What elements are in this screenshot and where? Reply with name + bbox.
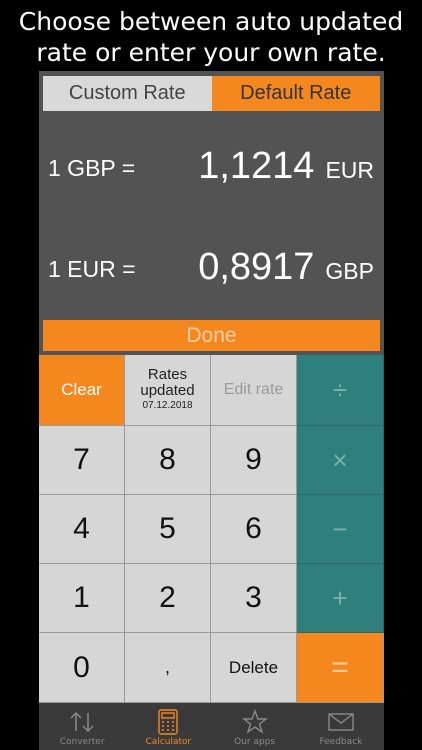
digit-3-button[interactable]: 3	[211, 564, 297, 633]
tab-our-apps-label: Our apps	[234, 737, 276, 747]
rate-currency-eur: EUR	[325, 157, 374, 183]
rate-row-eur: 1 EUR = 0,8917 GBP	[48, 246, 374, 290]
digit-1-button[interactable]: 1	[39, 564, 125, 633]
default-rate-tab[interactable]: Default Rate	[211, 76, 380, 111]
rate-currency-gbp: GBP	[325, 258, 374, 284]
rate-label-eur: 1 EUR =	[48, 256, 136, 282]
plus-button[interactable]: +	[297, 564, 384, 633]
digit-0-button[interactable]: 0	[39, 633, 125, 703]
custom-rate-tab[interactable]: Custom Rate	[43, 76, 212, 111]
star-icon	[241, 707, 268, 737]
converter-arrows-icon	[67, 707, 97, 737]
digit-9-button[interactable]: 9	[211, 426, 297, 495]
digit-6-button[interactable]: 6	[211, 495, 297, 564]
calculator-icon	[157, 707, 179, 737]
comma-button[interactable]: ,	[125, 633, 211, 703]
digit-5-button[interactable]: 5	[125, 495, 211, 564]
tab-our-apps[interactable]: Our apps	[212, 703, 298, 750]
rate-row-gbp: 1 GBP = 1,1214 EUR	[48, 145, 374, 189]
rates-updated-button[interactable]: Rates updated 07.12.2018	[125, 355, 211, 426]
envelope-icon	[327, 707, 355, 737]
rate-number-gbp: 1,1214	[198, 145, 315, 187]
divide-button[interactable]: ÷	[297, 355, 384, 426]
tab-feedback[interactable]: Feedback	[298, 703, 384, 750]
clear-button[interactable]: Clear	[39, 355, 125, 426]
calculator-keypad: Clear Rates updated 07.12.2018 Edit rate…	[39, 355, 384, 703]
digit-4-button[interactable]: 4	[39, 495, 125, 564]
tab-bar: Converter Calculator Our apps Feedback	[39, 703, 384, 750]
digit-7-button[interactable]: 7	[39, 426, 125, 495]
rate-label-gbp: 1 GBP =	[48, 155, 136, 181]
digit-2-button[interactable]: 2	[125, 564, 211, 633]
tab-converter-label: Converter	[59, 737, 105, 747]
rates-updated-line-2: updated	[140, 382, 195, 399]
minus-button[interactable]: −	[297, 495, 384, 564]
promo-line-1: Choose between auto updated	[18, 7, 404, 36]
edit-rate-button[interactable]: Edit rate	[211, 355, 297, 426]
digit-8-button[interactable]: 8	[125, 426, 211, 495]
rate-mode-segment: Custom Rate Default Rate	[43, 76, 380, 111]
delete-button[interactable]: Delete	[211, 633, 297, 703]
rate-number-eur: 0,8917	[198, 246, 315, 288]
multiply-button[interactable]: ×	[297, 426, 384, 495]
promo-caption: Choose between auto updated rate or ente…	[0, 6, 422, 68]
rate-value-eur: 0,8917 GBP	[198, 246, 374, 289]
tab-calculator-label: Calculator	[145, 737, 192, 747]
rate-panel	[39, 71, 384, 357]
promo-line-2: rate or enter your own rate.	[36, 38, 386, 67]
tab-calculator[interactable]: Calculator	[125, 703, 211, 750]
tab-feedback-label: Feedback	[319, 737, 363, 747]
tab-converter[interactable]: Converter	[39, 703, 125, 750]
equals-button[interactable]: =	[297, 633, 384, 703]
rates-updated-line-1: Rates	[147, 366, 188, 383]
rate-value-gbp: 1,1214 EUR	[198, 145, 374, 188]
done-button[interactable]: Done	[43, 320, 380, 351]
rates-updated-date: 07.12.2018	[142, 400, 193, 411]
